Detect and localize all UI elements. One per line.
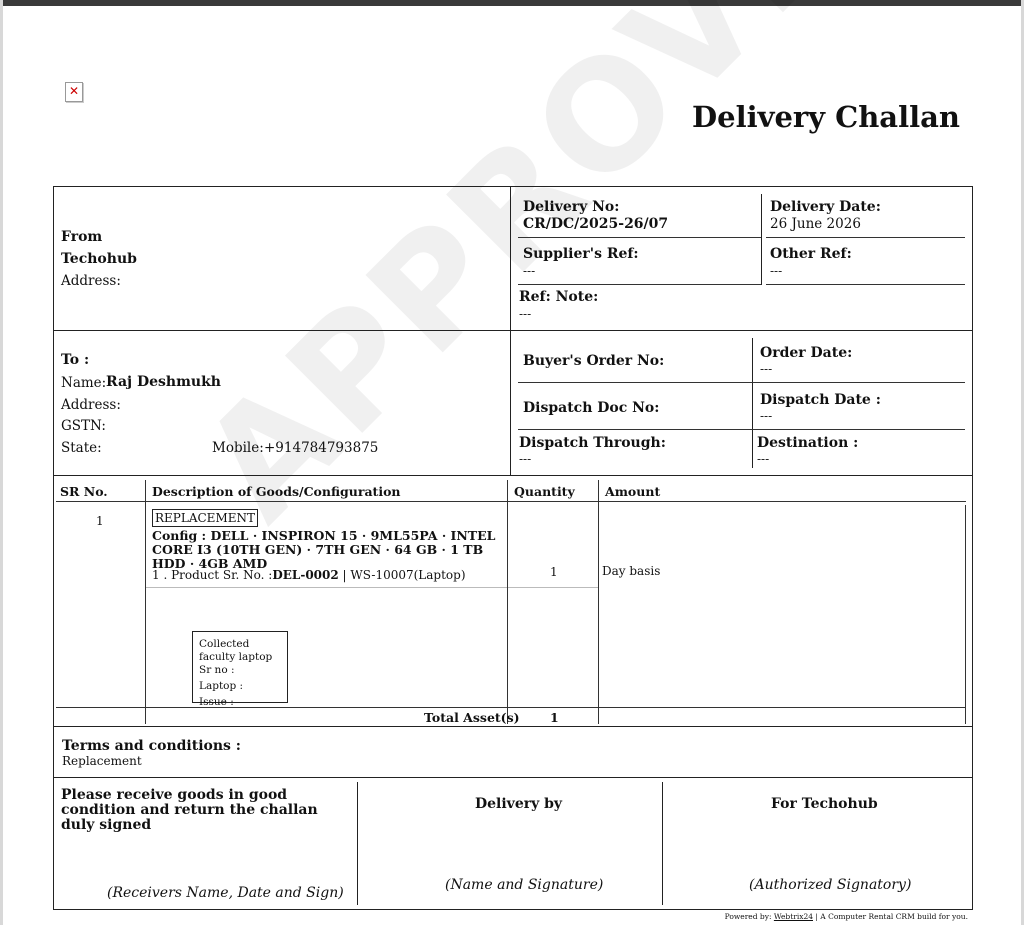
footer-prefix: Powered by: <box>724 912 772 921</box>
to-name-value: Raj Deshmukh <box>106 374 221 390</box>
authorized-sign-label: (Authorized Signatory) <box>749 877 912 893</box>
divider <box>518 382 965 383</box>
buyers-order-label: Buyer's Order No: <box>523 353 665 369</box>
to-gstn-label: GSTN: <box>61 418 106 434</box>
item-sr-no: 1 <box>96 514 104 528</box>
divider <box>752 338 753 468</box>
divider <box>518 284 761 285</box>
column-divider <box>145 480 146 724</box>
column-divider <box>598 480 599 724</box>
product-serial-line: 1 . Product Sr. No. :DEL-0002 | WS-10007… <box>152 568 466 582</box>
divider <box>510 186 511 330</box>
item-row-guide <box>146 587 507 588</box>
product-serial-number: DEL-0002 <box>272 568 339 582</box>
divider <box>662 782 663 905</box>
to-mobile-label: Mobile: <box>212 440 264 456</box>
delivery-date-label: Delivery Date: <box>770 199 881 215</box>
terms-heading: Terms and conditions : <box>62 738 241 754</box>
item-row-guide <box>508 587 598 588</box>
column-header-description: Description of Goods/Configuration <box>152 484 401 499</box>
delivery-date-value: 26 June 2026 <box>770 216 861 232</box>
suppliers-ref-label: Supplier's Ref: <box>523 246 639 262</box>
from-heading: From <box>61 229 103 245</box>
other-ref-label: Other Ref: <box>770 246 852 262</box>
divider <box>53 777 973 778</box>
divider <box>518 237 761 238</box>
total-assets-value: 1 <box>550 710 559 725</box>
column-header-sr-no: SR No. <box>60 484 108 499</box>
for-company-label: For Techohub <box>771 796 878 812</box>
dispatch-through-label: Dispatch Through: <box>519 435 666 451</box>
dispatch-date-value: --- <box>760 409 773 423</box>
dispatch-through-value: --- <box>519 452 532 466</box>
to-mobile-value: +914784793875 <box>264 440 379 456</box>
column-divider <box>507 480 508 724</box>
to-heading: To : <box>61 352 90 368</box>
product-serial-prefix: 1 . Product Sr. No. : <box>152 568 273 582</box>
dispatch-date-label: Dispatch Date : <box>760 392 881 408</box>
delivery-no-value: CR/DC/2025-26/07 <box>523 216 669 232</box>
table-row-divider <box>56 707 966 708</box>
from-address-label: Address: <box>61 273 121 289</box>
table-header-divider <box>56 501 966 502</box>
receive-instruction: Please receive goods in good condition a… <box>61 787 318 833</box>
to-address-label: Address: <box>61 397 121 413</box>
other-ref-value: --- <box>770 264 783 278</box>
product-serial-suffix: | WS-10007(Laptop) <box>338 568 466 582</box>
column-divider <box>965 505 966 724</box>
collected-issue-label: Issue : <box>199 696 234 708</box>
replacement-tag: REPLACEMENT <box>152 509 258 527</box>
from-company: Techohub <box>61 251 137 267</box>
broken-logo-image-icon: ✕ <box>65 82 83 102</box>
delivery-no-label: Delivery No: <box>523 199 620 215</box>
total-assets-label: Total Asset(s) <box>424 710 520 725</box>
footer-suffix: | A Computer Rental CRM build for you. <box>813 912 968 921</box>
item-config: Config : DELL · INSPIRON 15 · 9ML55PA · … <box>152 528 496 571</box>
divider <box>53 726 973 727</box>
ref-note-value: --- <box>519 307 532 321</box>
column-header-amount: Amount <box>605 484 661 499</box>
to-state-label: State: <box>61 440 102 456</box>
divider <box>766 237 965 238</box>
destination-label: Destination : <box>757 435 859 451</box>
suppliers-ref-value: --- <box>523 264 536 278</box>
ref-note-label: Ref: Note: <box>519 289 599 305</box>
collected-laptop-box: Collected faculty laptop Sr no : Laptop … <box>192 631 288 708</box>
divider <box>510 330 511 475</box>
divider <box>761 194 762 285</box>
dispatch-doc-label: Dispatch Doc No: <box>523 400 660 416</box>
delivery-by-label: Delivery by <box>475 796 563 812</box>
item-quantity: 1 <box>550 565 558 579</box>
collected-sr-label: Collected faculty laptop Sr no : <box>199 638 273 676</box>
receiver-sign-label: (Receivers Name, Date and Sign) <box>107 885 344 901</box>
order-date-label: Order Date: <box>760 345 853 361</box>
window-top-bar <box>0 0 1024 6</box>
document-title: Delivery Challan <box>691 100 960 134</box>
destination-value: --- <box>757 452 770 466</box>
page-edge-left <box>0 0 3 925</box>
divider <box>357 782 358 905</box>
item-amount: Day basis <box>602 564 661 578</box>
divider <box>53 330 973 331</box>
collected-laptop-label: Laptop : <box>199 680 244 692</box>
terms-text: Replacement <box>62 754 142 768</box>
divider <box>53 475 973 476</box>
delivery-sign-label: (Name and Signature) <box>445 877 604 893</box>
to-name-label: Name: <box>61 375 107 391</box>
column-header-quantity: Quantity <box>514 484 575 499</box>
powered-by-footer: Powered by: Webtrix24 | A Computer Renta… <box>725 912 968 921</box>
divider <box>766 284 965 285</box>
divider <box>518 429 965 430</box>
order-date-value: --- <box>760 362 773 376</box>
webtrix-link[interactable]: Webtrix24 <box>774 912 813 921</box>
